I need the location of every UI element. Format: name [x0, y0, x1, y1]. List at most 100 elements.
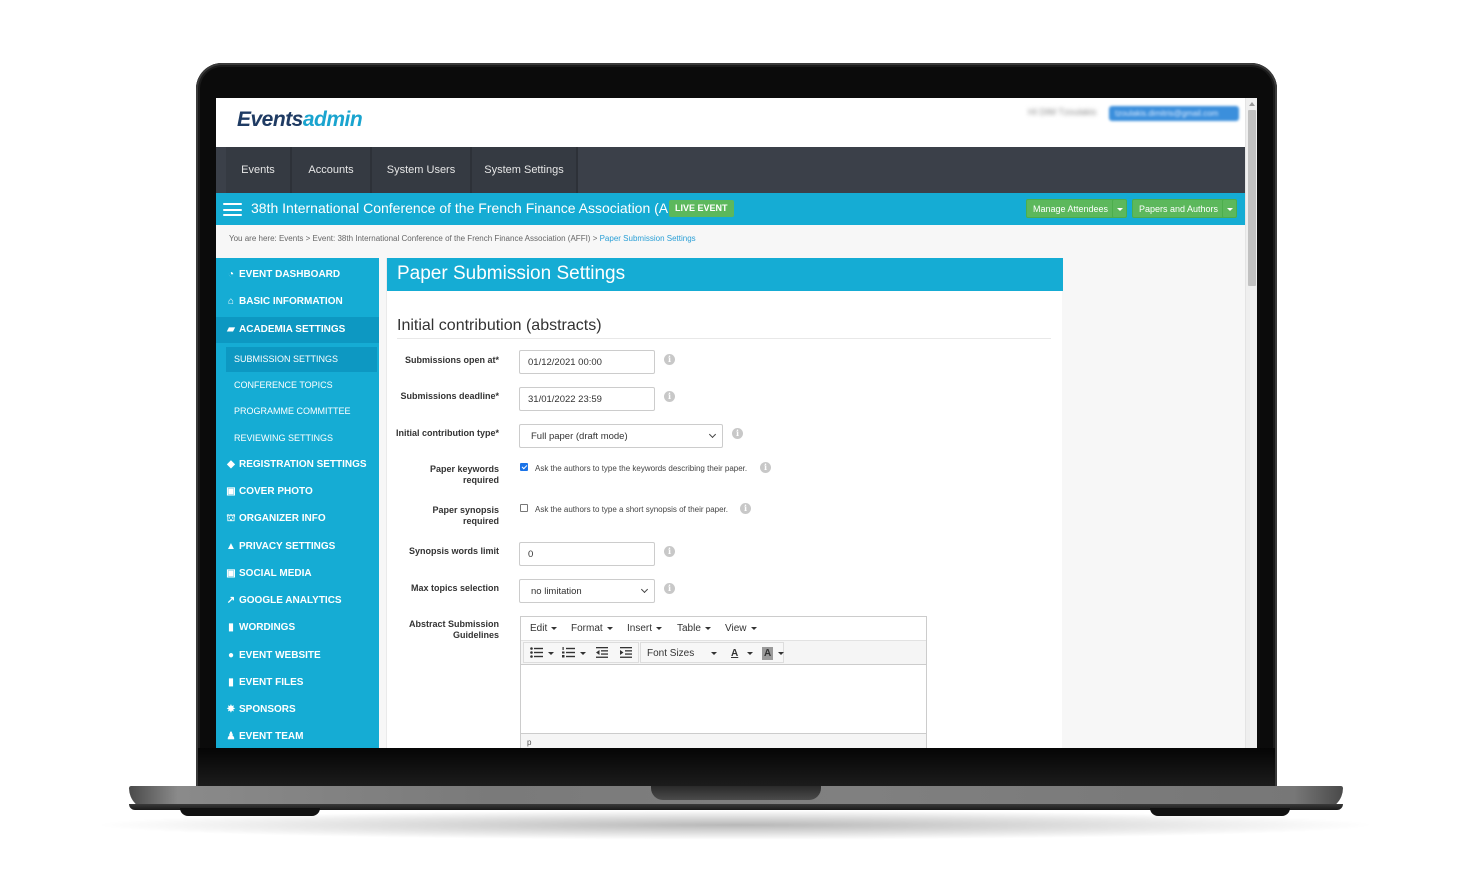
sidebar-subitem-reviewing-settings[interactable]: REVIEWING SETTINGS: [226, 426, 377, 451]
font-sizes-dropdown[interactable]: Font Sizes: [647, 645, 694, 662]
eventsadmin-logo[interactable]: Eventsadmin: [237, 108, 363, 132]
scroll-up-arrow-icon[interactable]: [1249, 102, 1255, 106]
nav-accounts[interactable]: Accounts: [292, 147, 372, 193]
sidebar: ◔ EVENT DASHBOARD ⌂ BASIC INFORMATION ▰ ACA…: [216, 258, 379, 748]
info-icon[interactable]: i: [740, 503, 751, 514]
breadcrumb-current[interactable]: Paper Submission Settings: [600, 234, 696, 243]
dashboard-icon: ◔: [227, 269, 235, 280]
page-title: Paper Submission Settings: [387, 258, 1063, 291]
live-event-badge: LIVE EVENT: [669, 200, 734, 217]
numbered-list-caret[interactable]: [580, 652, 586, 655]
background-color-icon[interactable]: A: [762, 647, 774, 660]
sidebar-item-privacy-settings[interactable]: ▲ PRIVACY SETTINGS: [216, 534, 379, 560]
scrollbar-thumb[interactable]: [1248, 110, 1256, 286]
contribution-type-select[interactable]: Full paper (draft mode): [519, 424, 723, 448]
sidebar-item-basic-information[interactable]: ⌂ BASIC INFORMATION: [216, 289, 379, 315]
file-icon: ▮: [228, 622, 234, 633]
synopsis-words-limit-label: Synopsis words limit: [408, 546, 499, 556]
editor-menu-insert[interactable]: Insert: [627, 623, 662, 634]
share-square-icon: ▣: [226, 568, 236, 579]
submissions-open-input[interactable]: 01/12/2021 00:00: [519, 350, 655, 374]
editor-menu-view[interactable]: View: [725, 623, 757, 634]
sidebar-item-event-website[interactable]: ● EVENT WEBSITE: [216, 643, 379, 669]
papers-and-authors-dropdown-toggle[interactable]: [1222, 199, 1237, 218]
sidebar-item-event-team[interactable]: ♟ EVENT TEAM: [216, 724, 379, 748]
outdent-icon[interactable]: [596, 647, 608, 664]
section-divider: [397, 338, 1051, 339]
sidebar-item-google-analytics[interactable]: ↗ GOOGLE ANALYTICS: [216, 588, 379, 614]
sidebar-item-cover-photo[interactable]: ▣ COVER PHOTO: [216, 479, 379, 505]
sidebar-item-sponsors[interactable]: ✸ SPONSORS: [216, 697, 379, 723]
book-icon: ▰: [227, 324, 235, 335]
chevron-down-icon: [640, 585, 649, 594]
laptop-chin: [198, 748, 1275, 786]
breadcrumb: You are here: Events > Event: 38th Inter…: [229, 234, 696, 243]
sidebar-item-registration-settings[interactable]: ◆ REGISTRATION SETTINGS: [216, 452, 379, 478]
editor-format-group: Font Sizes A A: [640, 642, 784, 663]
contribution-type-label: Initial contribution type*: [396, 428, 499, 438]
breadcrumb-path[interactable]: You are here: Events > Event: 38th Inter…: [229, 234, 600, 243]
sidebar-subitem-conference-topics[interactable]: CONFERENCE TOPICS: [226, 373, 377, 398]
submissions-deadline-input[interactable]: 31/01/2022 23:59: [519, 387, 655, 411]
certificate-icon: ✸: [226, 704, 236, 715]
page-scrollbar[interactable]: [1245, 98, 1257, 748]
user-account-dropdown[interactable]: tzoulakis.dimitris@gmail.com: [1109, 106, 1239, 121]
synopsis-words-limit-input[interactable]: 0: [519, 542, 655, 566]
manage-attendees-dropdown-toggle[interactable]: [1112, 199, 1127, 218]
nav-system-settings[interactable]: System Settings: [472, 147, 578, 193]
submissions-open-label: Submissions open at*: [404, 355, 499, 365]
sidebar-subitem-programme-committee[interactable]: PROGRAMME COMMITTEE: [226, 399, 377, 424]
background-color-caret[interactable]: [778, 652, 784, 655]
sidebar-item-academia-settings[interactable]: ▰ ACADEMIA SETTINGS: [216, 317, 379, 343]
sidebar-item-wordings[interactable]: ▮ WORDINGS: [216, 615, 379, 641]
editor-menu-format[interactable]: Format: [571, 623, 613, 634]
font-sizes-caret[interactable]: [711, 652, 717, 655]
settings-panel: Paper Submission Settings Initial contri…: [386, 258, 1063, 748]
bullet-list-caret[interactable]: [548, 652, 554, 655]
globe-icon: ●: [227, 650, 235, 661]
home-icon: ⌂: [227, 296, 235, 307]
top-header: Eventsadmin HI DIM Tzoulakis tzoulakis.d…: [216, 98, 1245, 147]
info-icon[interactable]: i: [664, 583, 675, 594]
text-color-icon[interactable]: A: [731, 645, 738, 662]
bank-icon: ⛫: [226, 513, 236, 524]
max-topics-select[interactable]: no limitation: [519, 579, 655, 603]
manage-attendees-button[interactable]: Manage Attendees: [1026, 199, 1116, 218]
hamburger-menu-icon[interactable]: [223, 203, 242, 216]
synopsis-required-checkbox[interactable]: [520, 504, 528, 512]
info-icon[interactable]: i: [664, 391, 675, 402]
sidebar-item-event-files[interactable]: ▮ EVENT FILES: [216, 670, 379, 696]
max-topics-label: Max topics selection: [410, 583, 499, 593]
info-icon[interactable]: i: [664, 546, 675, 557]
editor-menu-table[interactable]: Table: [677, 623, 711, 634]
nav-events[interactable]: Events: [226, 147, 292, 193]
bullet-list-icon[interactable]: [530, 647, 543, 664]
info-icon[interactable]: i: [760, 462, 771, 473]
browser-screen: Eventsadmin HI DIM Tzoulakis tzoulakis.d…: [216, 98, 1257, 748]
info-icon[interactable]: i: [664, 354, 675, 365]
users-icon: ♟: [226, 731, 236, 742]
lock-icon: ▲: [226, 541, 236, 552]
papers-and-authors-button[interactable]: Papers and Authors: [1132, 199, 1226, 218]
sidebar-item-organizer-info[interactable]: ⛫ ORGANIZER INFO: [216, 506, 379, 532]
sidebar-item-event-dashboard[interactable]: ◔ EVENT DASHBOARD: [216, 262, 379, 288]
text-color-caret[interactable]: [747, 652, 753, 655]
sidebar-subitem-submission-settings[interactable]: SUBMISSION SETTINGS: [226, 347, 377, 372]
keywords-required-checkbox[interactable]: [520, 463, 528, 471]
event-title: 38th International Conference of the Fre…: [251, 200, 694, 216]
laptop-hinge-notch: [651, 786, 821, 800]
line-chart-icon: ↗: [226, 595, 236, 606]
synopsis-required-label: Paper synopsis required: [432, 505, 499, 526]
editor-content-area[interactable]: [521, 665, 926, 733]
nav-system-users[interactable]: System Users: [372, 147, 472, 193]
user-name: HI DIM Tzoulakis: [1028, 107, 1097, 117]
section-title: Initial contribution (abstracts): [397, 317, 602, 334]
indent-icon[interactable]: [620, 647, 632, 664]
sidebar-item-social-media[interactable]: ▣ SOCIAL MEDIA: [216, 561, 379, 587]
info-icon[interactable]: i: [732, 428, 743, 439]
numbered-list-icon[interactable]: [562, 647, 575, 664]
editor-menubar: Edit Format Insert Table View: [521, 617, 926, 641]
picture-icon: ▣: [226, 486, 236, 497]
chevron-down-icon: [708, 430, 717, 439]
editor-menu-edit[interactable]: Edit: [530, 623, 557, 634]
